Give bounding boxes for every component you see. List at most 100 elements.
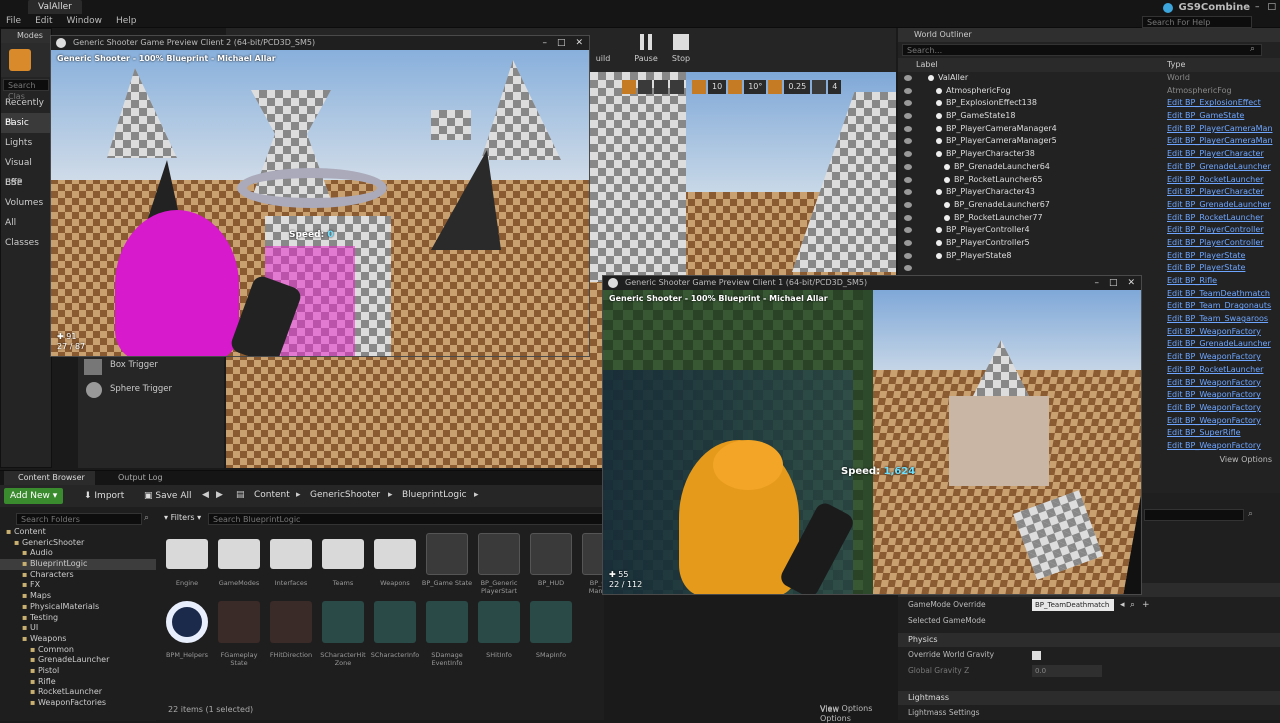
macro-library-tile[interactable]: [166, 601, 208, 643]
camera-speed-icon[interactable]: [812, 80, 827, 94]
folder-tree-item[interactable]: ▪ Content: [0, 527, 156, 538]
folder-tile[interactable]: [218, 539, 260, 569]
modes-tab[interactable]: Modes: [1, 29, 51, 43]
edit-blueprint-link[interactable]: Edit BP_WeaponFactory: [1167, 415, 1261, 428]
visibility-eye-icon[interactable]: [904, 163, 912, 170]
folder-tile[interactable]: [374, 539, 416, 569]
game-client-1-window[interactable]: Generic Shooter Game Preview Client 1 (6…: [602, 275, 1142, 595]
outliner-search-input[interactable]: Search...: [902, 44, 1262, 56]
folder-tree-item[interactable]: ▪ GrenadeLauncher: [0, 655, 156, 666]
edit-blueprint-link[interactable]: Edit BP_RocketLauncher: [1167, 212, 1263, 225]
search-folders-input[interactable]: Search Folders: [16, 513, 142, 525]
cb-view-options-button[interactable]: View Options: [820, 704, 872, 713]
outliner-row[interactable]: BP_GameState18 Edit BP_GameState: [898, 110, 1280, 123]
folder-tree-item[interactable]: ▪ BlueprintLogic: [0, 559, 156, 570]
asset-search-input[interactable]: Search BlueprintLogic: [208, 513, 604, 525]
edit-blueprint-link[interactable]: Edit BP_PlayerState: [1167, 250, 1245, 263]
cat-volumes[interactable]: Volumes: [1, 193, 51, 213]
grid-snap-icon[interactable]: [692, 80, 706, 94]
section-lightmass[interactable]: Lightmass: [898, 691, 1280, 705]
list-item[interactable]: Box Trigger: [78, 356, 224, 378]
cat-bsp[interactable]: BSP: [1, 173, 51, 193]
outliner-row[interactable]: BP_PlayerController4 Edit BP_PlayerContro…: [898, 224, 1280, 237]
blueprint-tile[interactable]: [530, 533, 572, 575]
details-search-input[interactable]: [1144, 509, 1244, 521]
client2-scene[interactable]: Generic Shooter - 100% Blueprint - Micha…: [51, 50, 589, 356]
visibility-eye-icon[interactable]: [904, 252, 912, 259]
cat-all-classes[interactable]: All Classes: [1, 213, 51, 248]
outliner-row[interactable]: BP_GrenadeLauncher64 Edit BP_GrenadeLaunc…: [898, 161, 1280, 174]
edit-blueprint-link[interactable]: Edit BP_PlayerCharacter: [1167, 148, 1264, 161]
outliner-row[interactable]: Edit BP_PlayerState: [898, 262, 1280, 275]
edit-blueprint-link[interactable]: Edit BP_SuperRifle: [1167, 427, 1241, 440]
override-gravity-checkbox[interactable]: [1032, 651, 1041, 660]
edit-blueprint-link[interactable]: Edit BP_Team_Dragonauts: [1167, 300, 1271, 313]
help-search-input[interactable]: Search For Help: [1142, 16, 1252, 28]
tab-content-browser[interactable]: Content Browser: [4, 471, 95, 485]
list-item[interactable]: Sphere Trigger: [78, 378, 224, 408]
visibility-eye-icon[interactable]: [904, 138, 912, 145]
place-mode-icon[interactable]: [9, 49, 31, 71]
folder-tree-item[interactable]: ▪ Weapons: [0, 634, 156, 645]
cat-basic[interactable]: Basic: [1, 113, 51, 133]
arrow-left-icon[interactable]: ◂: [1120, 597, 1125, 613]
cat-recently-placed[interactable]: Recently Pl: [1, 93, 51, 128]
visibility-eye-icon[interactable]: [904, 87, 912, 94]
edit-blueprint-link[interactable]: Edit BP_WeaponFactory: [1167, 440, 1261, 453]
folder-tile[interactable]: [322, 539, 364, 569]
folder-tree-item[interactable]: ▪ FX: [0, 580, 156, 591]
outliner-row[interactable]: BP_PlayerCharacter38 Edit BP_PlayerCharac…: [898, 148, 1280, 161]
visibility-eye-icon[interactable]: [904, 113, 912, 120]
import-button[interactable]: ⬇ Import: [78, 488, 130, 504]
outliner-row[interactable]: BP_PlayerState8 Edit BP_PlayerState: [898, 250, 1280, 263]
scale-tool-icon[interactable]: [654, 80, 668, 94]
edit-blueprint-link[interactable]: Edit BP_RocketLauncher: [1167, 174, 1263, 187]
folder-tree-item[interactable]: ▪ Pistol: [0, 666, 156, 677]
visibility-eye-icon[interactable]: [904, 227, 912, 234]
camera-speed-value[interactable]: 4: [828, 80, 842, 94]
edit-blueprint-link[interactable]: Edit BP_WeaponFactory: [1167, 377, 1261, 390]
folder-tree-item[interactable]: ▪ PhysicalMaterials: [0, 602, 156, 613]
outliner-row[interactable]: BP_PlayerController5 Edit BP_PlayerContro…: [898, 237, 1280, 250]
cat-visual-effects[interactable]: Visual Effe: [1, 153, 51, 188]
minimize-icon[interactable]: –: [1094, 276, 1099, 290]
tab-output-log[interactable]: Output Log: [108, 471, 173, 485]
edit-blueprint-link[interactable]: Edit BP_GrenadeLauncher: [1167, 199, 1271, 212]
folder-tree-item[interactable]: ▪ Maps: [0, 591, 156, 602]
visibility-eye-icon[interactable]: [904, 125, 912, 132]
edit-blueprint-link[interactable]: Edit BP_WeaponFactory: [1167, 351, 1261, 364]
struct-tile[interactable]: [478, 601, 520, 643]
close-icon[interactable]: ✕: [1127, 276, 1135, 290]
scale-snap-icon[interactable]: [768, 80, 783, 94]
edit-blueprint-link[interactable]: Edit BP_GrenadeLauncher: [1167, 161, 1271, 174]
minimize-icon[interactable]: –: [1255, 2, 1260, 12]
struct-tile[interactable]: [426, 601, 468, 643]
outliner-row[interactable]: BP_GrenadeLauncher67 Edit BP_GrenadeLaunc…: [898, 199, 1280, 212]
outliner-row[interactable]: AtmosphericFog AtmosphericFog: [898, 85, 1280, 98]
outliner-row[interactable]: BP_PlayerCharacter43 Edit BP_PlayerCharac…: [898, 186, 1280, 199]
blueprint-tile[interactable]: [426, 533, 468, 575]
world-local-icon[interactable]: [670, 80, 684, 94]
filters-button[interactable]: ▾ Filters ▾: [164, 513, 201, 522]
folder-tile[interactable]: [270, 539, 312, 569]
grid-snap-value[interactable]: 10: [708, 80, 727, 94]
edit-blueprint-link[interactable]: Edit BP_GrenadeLauncher: [1167, 338, 1271, 351]
visibility-eye-icon[interactable]: [904, 75, 912, 81]
edit-blueprint-link[interactable]: Edit BP_PlayerCameraMan: [1167, 135, 1273, 148]
edit-blueprint-link[interactable]: Edit BP_GameState: [1167, 110, 1244, 123]
folder-tree-item[interactable]: ▪ Characters: [0, 570, 156, 581]
breadcrumb-blueprintlogic[interactable]: BlueprintLogic: [402, 490, 467, 500]
outliner-row[interactable]: BP_RocketLauncher77 Edit BP_RocketLaunche…: [898, 212, 1280, 225]
visibility-eye-icon[interactable]: [904, 176, 912, 183]
maximize-icon[interactable]: □: [1109, 276, 1118, 290]
menu-window[interactable]: Window: [67, 16, 103, 26]
folder-tile[interactable]: [166, 539, 208, 569]
edit-blueprint-link[interactable]: Edit BP_TeamDeathmatch: [1167, 288, 1270, 301]
level-tab[interactable]: ValAller: [28, 0, 82, 14]
edit-blueprint-link[interactable]: Edit BP_Rifle: [1167, 275, 1217, 288]
cat-lights[interactable]: Lights: [1, 133, 51, 153]
edit-blueprint-link[interactable]: Edit BP_PlayerCharacter: [1167, 186, 1264, 199]
visibility-eye-icon[interactable]: [904, 214, 912, 221]
back-icon[interactable]: ◀: [202, 490, 209, 500]
stop-button[interactable]: Stop: [666, 34, 696, 63]
